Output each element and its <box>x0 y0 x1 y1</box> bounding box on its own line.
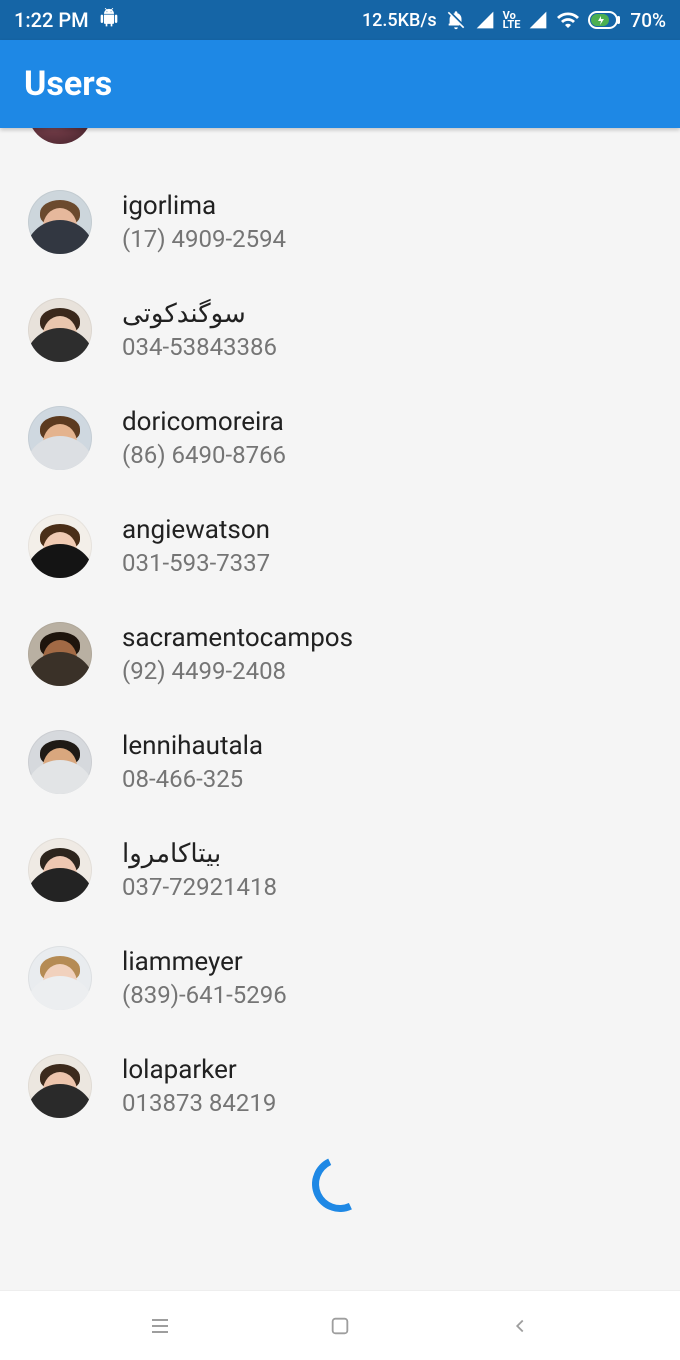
user-name: سوگندکوتی <box>122 299 277 329</box>
spinner-icon <box>304 1148 376 1220</box>
user-info: liammeyer (839)-641-5296 <box>122 947 287 1009</box>
user-name: lennihautala <box>122 731 263 761</box>
wifi-icon <box>556 8 580 32</box>
app-bar: Users <box>0 40 680 128</box>
user-name: angiewatson <box>122 515 270 545</box>
content-scroll[interactable]: igorlima (17) 4909-2594 سوگندکوتی 034-53… <box>0 128 680 1290</box>
user-phone: (17) 4909-2594 <box>122 225 286 253</box>
user-info: angiewatson 031-593-7337 <box>122 515 270 577</box>
user-info: sacramentocampos (92) 4499-2408 <box>122 623 353 685</box>
user-info: بیتاکامروا 037-72921418 <box>122 839 277 901</box>
volte-icon: VoLTE <box>503 11 521 29</box>
android-head-icon <box>99 8 119 33</box>
user-name: doricomoreira <box>122 407 286 437</box>
status-right: 12.5KB/s VoLTE 70% <box>362 8 666 32</box>
battery-percent: 70% <box>630 9 666 32</box>
avatar <box>28 1054 92 1118</box>
user-phone: (92) 4499-2408 <box>122 657 353 685</box>
system-nav-bar <box>0 1290 680 1360</box>
user-phone: 08-466-325 <box>122 765 263 793</box>
user-info: سوگندکوتی 034-53843386 <box>122 299 277 361</box>
loading-indicator <box>0 1140 680 1220</box>
user-name: بیتاکامروا <box>122 839 277 869</box>
user-name: sacramentocampos <box>122 623 353 653</box>
clock: 1:22 PM <box>14 8 89 32</box>
page-title: Users <box>24 64 112 104</box>
avatar <box>28 298 92 362</box>
list-item[interactable]: igorlima (17) 4909-2594 <box>0 168 680 276</box>
user-phone: (839)-641-5296 <box>122 981 287 1009</box>
avatar <box>28 514 92 578</box>
avatar <box>28 622 92 686</box>
list-item[interactable]: سوگندکوتی 034-53843386 <box>0 276 680 384</box>
status-left: 1:22 PM <box>14 8 119 33</box>
user-info: doricomoreira (86) 6490-8766 <box>122 407 286 469</box>
list-item[interactable]: lennihautala 08-466-325 <box>0 708 680 816</box>
user-phone: 013873 84219 <box>122 1089 276 1117</box>
list-item[interactable]: lolaparker 013873 84219 <box>0 1032 680 1140</box>
signal-icon <box>475 10 495 30</box>
avatar <box>28 838 92 902</box>
user-name: igorlima <box>122 191 286 221</box>
list-item[interactable]: liammeyer (839)-641-5296 <box>0 924 680 1032</box>
list-item[interactable]: بیتاکامروا 037-72921418 <box>0 816 680 924</box>
home-button[interactable] <box>320 1306 360 1346</box>
list-item[interactable]: sacramentocampos (92) 4499-2408 <box>0 600 680 708</box>
user-info: lennihautala 08-466-325 <box>122 731 263 793</box>
user-phone: 034-53843386 <box>122 333 277 361</box>
list-item[interactable]: doricomoreira (86) 6490-8766 <box>0 384 680 492</box>
battery-icon <box>588 10 622 30</box>
user-info: lolaparker 013873 84219 <box>122 1055 276 1117</box>
list-item[interactable]: angiewatson 031-593-7337 <box>0 492 680 600</box>
user-name: lolaparker <box>122 1055 276 1085</box>
user-list: igorlima (17) 4909-2594 سوگندکوتی 034-53… <box>0 128 680 1140</box>
signal-icon-2 <box>528 10 548 30</box>
avatar <box>28 406 92 470</box>
user-name: liammeyer <box>122 947 287 977</box>
net-speed: 12.5KB/s <box>362 10 437 31</box>
avatar <box>28 190 92 254</box>
back-button[interactable] <box>500 1306 540 1346</box>
avatar <box>28 946 92 1010</box>
status-bar: 1:22 PM 12.5KB/s VoLTE 70% <box>0 0 680 40</box>
user-info: igorlima (17) 4909-2594 <box>122 191 286 253</box>
user-phone: 037-72921418 <box>122 873 277 901</box>
vibrate-off-icon <box>445 9 467 31</box>
recent-apps-button[interactable] <box>140 1306 180 1346</box>
avatar <box>28 730 92 794</box>
user-phone: 031-593-7337 <box>122 549 270 577</box>
user-phone: (86) 6490-8766 <box>122 441 286 469</box>
